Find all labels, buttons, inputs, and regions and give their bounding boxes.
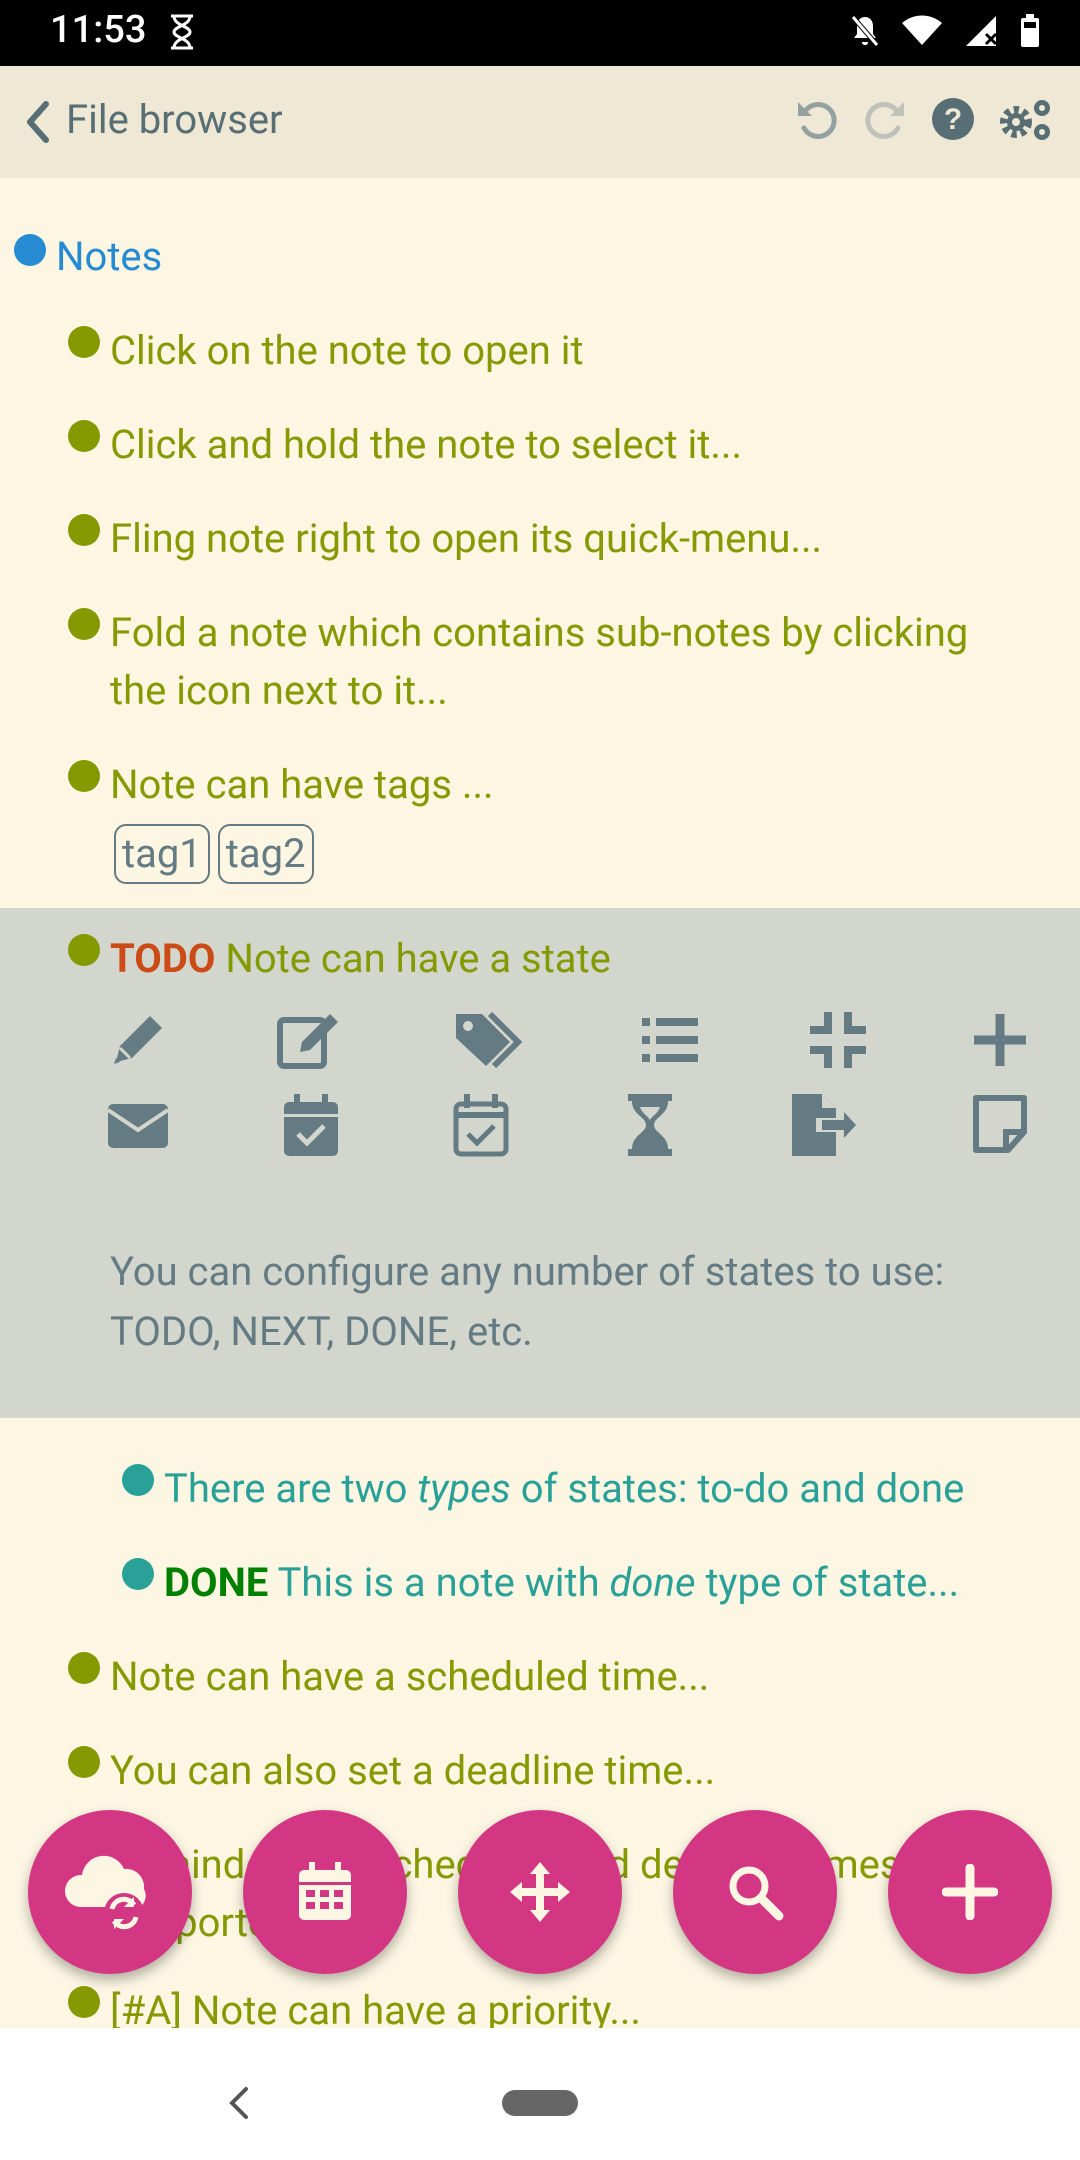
- move-arrows-icon: [510, 1862, 570, 1922]
- plus-icon[interactable]: [968, 1008, 1032, 1076]
- note-text: type of state...: [695, 1559, 960, 1606]
- note-bullet[interactable]: [14, 234, 46, 266]
- status-icons: [850, 14, 1040, 48]
- tags-icon[interactable]: [452, 1008, 532, 1076]
- note-item[interactable]: Fold a note which contains sub-notes by …: [110, 604, 968, 720]
- calendar-check-icon[interactable]: [282, 1092, 340, 1162]
- note-item[interactable]: Fling note right to open its quick-menu.…: [110, 510, 822, 568]
- search-icon: [729, 1866, 784, 1921]
- hourglass-icon[interactable]: [626, 1092, 674, 1162]
- note-body[interactable]: You can configure any number of states t…: [110, 1242, 1060, 1362]
- status-bar: 11:53: [0, 0, 1080, 66]
- envelope-icon[interactable]: [106, 1096, 170, 1160]
- note-item[interactable]: Note can have tags ...: [110, 756, 494, 814]
- note-root[interactable]: Notes: [56, 228, 162, 286]
- back-chevron-icon[interactable]: [24, 100, 52, 148]
- calendar-check-outline-icon[interactable]: [452, 1092, 510, 1162]
- home-pill[interactable]: [502, 2090, 578, 2116]
- status-time: 11:53: [50, 8, 147, 52]
- note-title: Note can have a state: [225, 935, 611, 982]
- system-nav-bar: [0, 2028, 1080, 2160]
- note-item[interactable]: Click on the note to open it: [110, 322, 584, 380]
- cloud-sync-icon: [64, 1855, 146, 1933]
- note-bullet[interactable]: [122, 1558, 154, 1590]
- nav-back-icon[interactable]: [228, 2086, 250, 2124]
- hourglass-status-icon: [168, 14, 196, 54]
- note-bullet[interactable]: [68, 420, 100, 452]
- sticky-note-icon[interactable]: [970, 1094, 1030, 1158]
- note-bullet[interactable]: [122, 1464, 154, 1496]
- todo-state-keyword: TODO: [110, 935, 216, 982]
- svg-text:?: ?: [944, 103, 962, 136]
- tag-chip[interactable]: tag2: [217, 824, 314, 884]
- notes-list[interactable]: Notes Click on the note to open it Click…: [0, 178, 1080, 2028]
- note-bullet[interactable]: [68, 1986, 100, 2018]
- compress-icon[interactable]: [806, 1008, 870, 1076]
- note-text: of states: to-do and done: [510, 1465, 965, 1512]
- note-bullet[interactable]: [68, 1746, 100, 1778]
- help-icon[interactable]: ?: [930, 96, 976, 146]
- note-bullet[interactable]: [68, 326, 100, 358]
- done-state-keyword: DONE: [164, 1559, 269, 1606]
- note-bullet[interactable]: [68, 514, 100, 546]
- note-text: This is a note with: [277, 1559, 610, 1606]
- settings-gears-icon[interactable]: [998, 96, 1056, 146]
- edit-icon[interactable]: [276, 1008, 346, 1076]
- note-bullet[interactable]: [68, 760, 100, 792]
- sub-note-item[interactable]: There are two types of states: to-do and…: [164, 1460, 964, 1518]
- undo-icon[interactable]: [794, 96, 840, 146]
- note-line: Fold a note which contains sub-notes by …: [110, 609, 969, 656]
- move-button[interactable]: [458, 1810, 622, 1974]
- add-note-button[interactable]: [888, 1810, 1052, 1974]
- app-toolbar: File browser ?: [0, 66, 1080, 178]
- note-bullet[interactable]: [68, 608, 100, 640]
- toolbar-title[interactable]: File browser: [66, 96, 283, 143]
- redo-icon[interactable]: [862, 96, 908, 146]
- note-item-selected[interactable]: TODO Note can have a state: [110, 930, 611, 988]
- note-item[interactable]: [#A] Note can have a priority...: [110, 1982, 641, 2028]
- pencil-icon[interactable]: [106, 1008, 170, 1076]
- plus-icon: [942, 1864, 998, 1920]
- note-item[interactable]: Note can have a scheduled time...: [110, 1648, 709, 1706]
- note-text: There are two: [164, 1465, 418, 1512]
- tag-chip[interactable]: tag1: [114, 824, 210, 884]
- note-body-line: TODO, NEXT, DONE, etc.: [110, 1308, 533, 1355]
- list-icon[interactable]: [638, 1008, 702, 1076]
- sync-button[interactable]: [28, 1810, 192, 1974]
- search-button[interactable]: [673, 1810, 837, 1974]
- notifications-off-icon: [851, 15, 879, 47]
- note-bullet[interactable]: [68, 934, 100, 966]
- sub-note-item[interactable]: DONE This is a note with done type of st…: [164, 1554, 959, 1612]
- note-bullet[interactable]: [68, 1652, 100, 1684]
- note-body-line: You can configure any number of states t…: [110, 1248, 945, 1295]
- signal-icon: [966, 16, 998, 46]
- note-line: the icon next to it...: [110, 667, 448, 714]
- note-item[interactable]: You can also set a deadline time...: [110, 1742, 715, 1800]
- note-item[interactable]: Click and hold the note to select it...: [110, 416, 742, 474]
- calendar-icon: [299, 1862, 351, 1920]
- wifi-icon: [902, 15, 942, 45]
- tag-list: tag1 tag2: [114, 824, 322, 884]
- note-emphasis: types: [417, 1465, 511, 1512]
- agenda-button[interactable]: [243, 1810, 407, 1974]
- file-export-icon[interactable]: [788, 1092, 858, 1162]
- battery-icon: [1021, 14, 1039, 47]
- note-emphasis: done: [609, 1559, 696, 1606]
